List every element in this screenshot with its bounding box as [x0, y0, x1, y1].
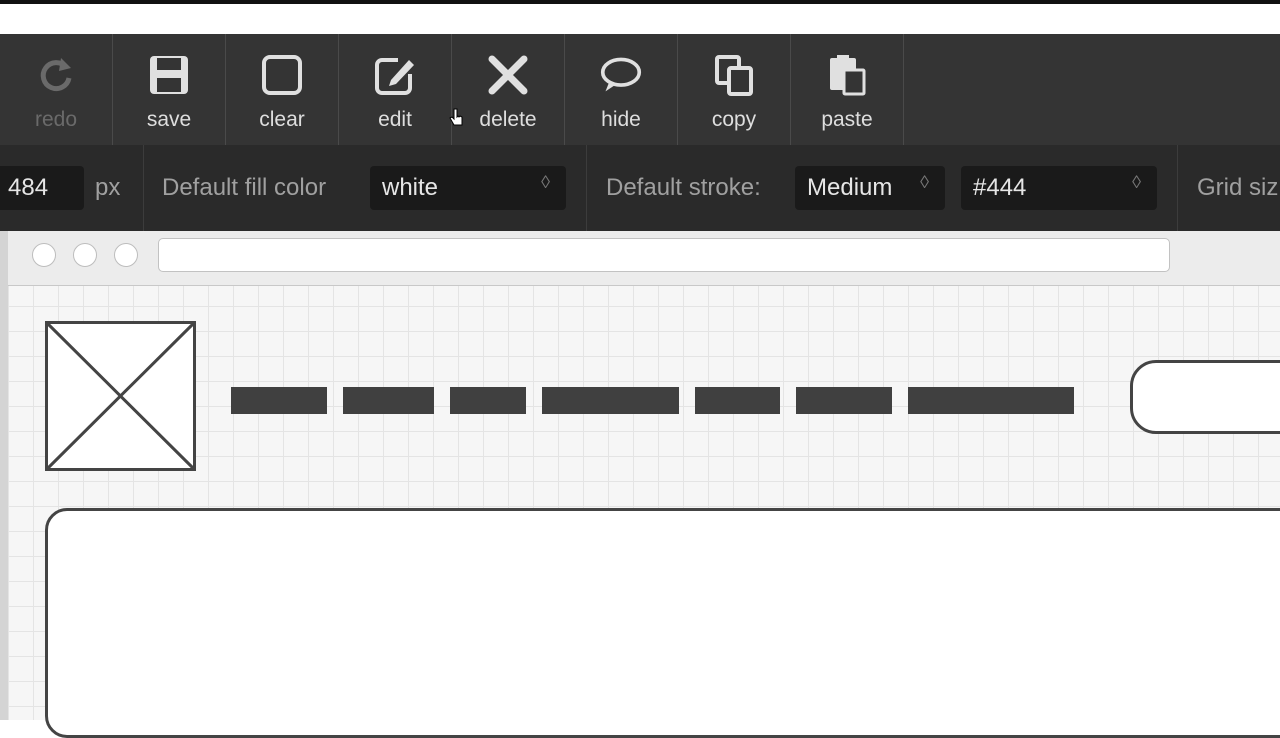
divider	[586, 145, 587, 231]
url-bar-shape	[158, 238, 1170, 272]
main-toolbar: redo save clear edit delete hide copy pa…	[0, 34, 1280, 145]
hide-icon	[600, 54, 642, 96]
nav-link-shape[interactable]	[908, 387, 1074, 414]
paste-icon	[826, 54, 868, 96]
window-dot	[73, 243, 97, 267]
width-field[interactable]: 484	[0, 166, 84, 210]
fill-color-select[interactable]: white ◊	[370, 166, 566, 210]
nav-link-shape[interactable]	[231, 387, 327, 414]
nav-link-shape[interactable]	[343, 387, 434, 414]
delete-icon	[487, 54, 529, 96]
browser-window-shape[interactable]	[8, 231, 1280, 286]
nav-link-shape[interactable]	[542, 387, 679, 414]
delete-label: delete	[479, 108, 537, 131]
stroke-width-value: Medium	[807, 174, 893, 201]
clear-label: clear	[259, 108, 305, 131]
divider	[143, 145, 144, 231]
stroke-label: Default stroke:	[606, 174, 761, 201]
edit-label: edit	[378, 108, 412, 131]
redo-label: redo	[34, 108, 78, 131]
redo-button[interactable]: redo	[0, 34, 113, 145]
redo-icon	[35, 54, 77, 96]
hide-button[interactable]: hide	[565, 34, 678, 145]
window-title-strip	[0, 4, 1280, 35]
edit-button[interactable]: edit	[339, 34, 452, 145]
stroke-color-value: #444	[973, 174, 1027, 201]
nav-link-shape[interactable]	[450, 387, 526, 414]
nav-link-shape[interactable]	[695, 387, 780, 414]
select-arrows-icon: ◊	[541, 172, 550, 192]
stroke-width-select[interactable]: Medium ◊	[795, 166, 945, 210]
fill-color-value: white	[382, 174, 439, 201]
delete-button[interactable]: delete	[452, 34, 565, 145]
stroke-color-select[interactable]: #444 ◊	[961, 166, 1157, 210]
select-arrows-icon: ◊	[1132, 172, 1141, 192]
save-label: save	[146, 108, 192, 131]
fill-color-label: Default fill color	[162, 174, 327, 201]
copy-button[interactable]: copy	[678, 34, 791, 145]
hide-label: hide	[601, 108, 641, 131]
hand-cursor-icon	[449, 108, 463, 126]
save-button[interactable]: save	[113, 34, 226, 145]
width-value: 484	[8, 174, 49, 201]
window-dot	[32, 243, 56, 267]
divider	[1177, 145, 1178, 231]
window-dot	[114, 243, 138, 267]
paste-button[interactable]: paste	[791, 34, 904, 145]
paste-label: paste	[821, 108, 873, 131]
nav-link-shape[interactable]	[796, 387, 892, 414]
image-placeholder-shape[interactable]	[45, 321, 196, 471]
copy-icon	[713, 54, 755, 96]
options-bar: 484 px Default fill color white ◊ Defaul…	[0, 145, 1280, 231]
width-unit: px	[95, 174, 121, 201]
clear-button[interactable]: clear	[226, 34, 339, 145]
save-icon	[148, 54, 190, 96]
copy-label: copy	[711, 108, 757, 131]
clear-icon	[261, 54, 303, 96]
edit-icon	[374, 54, 416, 96]
grid-size-label: Grid siz	[1197, 174, 1279, 201]
content-box-shape[interactable]	[45, 508, 1280, 738]
search-box-shape[interactable]	[1130, 360, 1280, 434]
select-arrows-icon: ◊	[920, 172, 929, 192]
